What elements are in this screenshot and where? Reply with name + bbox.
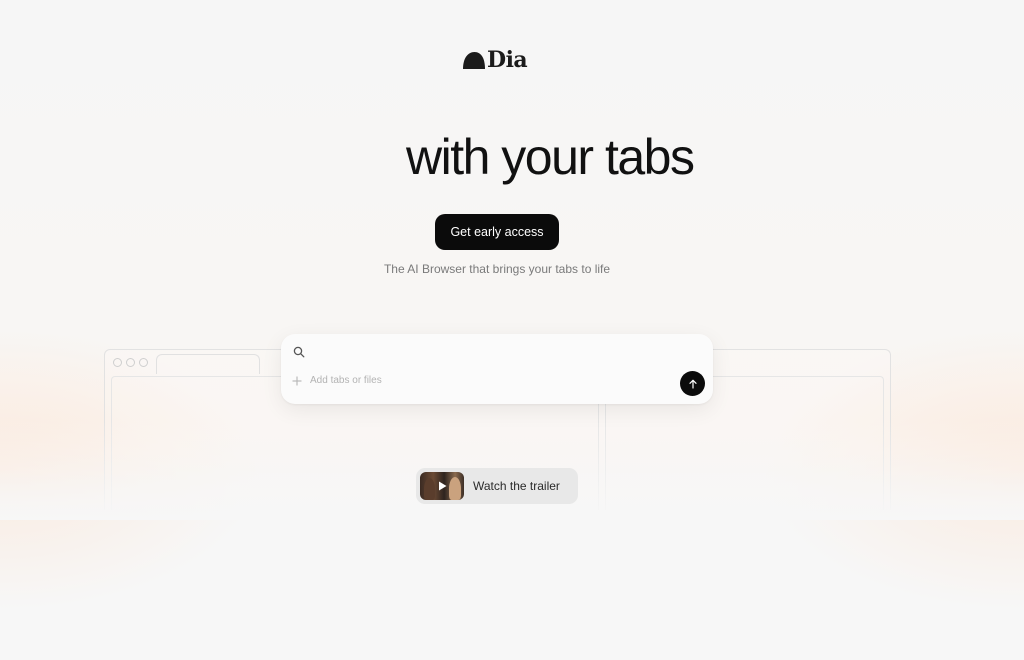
play-icon bbox=[439, 481, 447, 491]
window-dot-icon bbox=[126, 358, 135, 367]
watch-trailer-button[interactable]: Watch the trailer bbox=[416, 468, 578, 504]
add-tabs-label: Add tabs or files bbox=[310, 375, 382, 386]
plus-icon bbox=[292, 376, 302, 385]
window-dot-icon bbox=[139, 358, 148, 367]
add-tabs-button[interactable]: Add tabs or files bbox=[292, 375, 382, 386]
window-dot-icon bbox=[113, 358, 122, 367]
search-icon bbox=[293, 346, 305, 358]
get-early-access-button[interactable]: Get early access bbox=[435, 214, 559, 250]
thumbnail-figure bbox=[424, 478, 435, 500]
brand-name: Dia bbox=[487, 47, 528, 73]
trailer-thumbnail bbox=[420, 472, 464, 500]
watch-trailer-label: Watch the trailer bbox=[473, 479, 560, 493]
submit-button[interactable] bbox=[680, 371, 705, 396]
dia-logo-icon bbox=[463, 52, 485, 69]
brand-logo[interactable]: Dia bbox=[462, 47, 528, 73]
arrow-up-icon bbox=[688, 379, 697, 389]
ai-search-card: Add tabs or files bbox=[281, 334, 713, 404]
background-tab bbox=[156, 354, 260, 374]
search-input[interactable] bbox=[311, 342, 695, 364]
hero-headline: with your tabs bbox=[406, 129, 695, 185]
landing-page: Dia with your tabs Get early access The … bbox=[0, 0, 1024, 660]
thumbnail-figure bbox=[449, 477, 461, 500]
hero-tagline: The AI Browser that brings your tabs to … bbox=[383, 262, 611, 276]
